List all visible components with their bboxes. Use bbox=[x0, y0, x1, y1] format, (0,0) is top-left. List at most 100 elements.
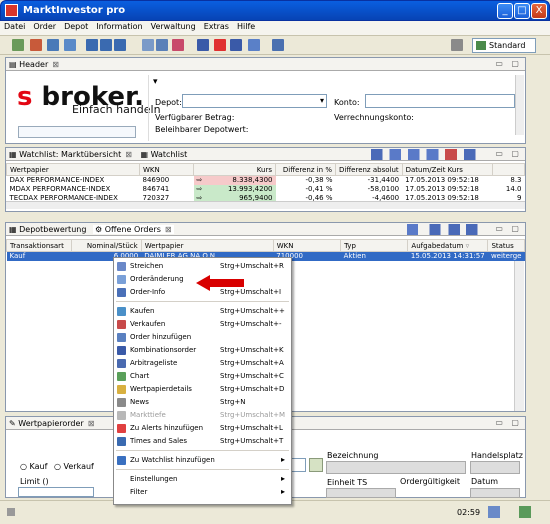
depot-icon[interactable] bbox=[47, 39, 59, 51]
kurs-value: 13.993,4200 bbox=[227, 185, 273, 193]
buy-icon[interactable] bbox=[86, 39, 98, 51]
layout-icon[interactable] bbox=[248, 39, 260, 51]
exit-icon[interactable] bbox=[519, 506, 531, 518]
cell-abs: -58,0100 bbox=[367, 185, 400, 193]
panel-minmax-icon[interactable]: ▭ ▢ bbox=[495, 149, 522, 158]
watchlist-icon[interactable] bbox=[64, 39, 76, 51]
header-scroll[interactable] bbox=[18, 126, 136, 138]
menu-depot[interactable]: Depot bbox=[60, 21, 92, 32]
collapse-arrow-icon[interactable]: ▾ bbox=[153, 77, 158, 87]
orders-toolbar-icons[interactable] bbox=[407, 224, 487, 235]
minimize-button[interactable]: _ bbox=[497, 3, 513, 19]
close-tab-icon[interactable]: ⊠ bbox=[52, 60, 59, 69]
close-tab-icon[interactable]: ⊠ bbox=[125, 150, 132, 159]
confirm-icon[interactable] bbox=[309, 458, 323, 472]
tab-offene-orders[interactable]: ⚙ Offene Orders ⊠ bbox=[92, 225, 174, 234]
menu-item-shortcut: Strg+Umschalt+L bbox=[220, 424, 283, 432]
col-status[interactable]: Status bbox=[487, 239, 525, 252]
menu-item-label: Arbitrageliste bbox=[130, 359, 178, 367]
kauf-radio[interactable]: ○ Kauf bbox=[20, 462, 47, 471]
konto-field[interactable] bbox=[365, 94, 515, 108]
context-menu-item[interactable]: Kombinationsorder Strg+Umschalt+K bbox=[114, 344, 291, 357]
context-menu-item[interactable]: Chart Strg+Umschalt+C bbox=[114, 370, 291, 383]
context-menu-item[interactable]: News Strg+N bbox=[114, 396, 291, 409]
bezeichnung-field bbox=[326, 461, 466, 474]
verkauf-radio[interactable]: ○ Verkauf bbox=[54, 462, 94, 471]
ordergueltigkeit-label: Ordergültigkeit bbox=[400, 477, 461, 486]
limit-field[interactable] bbox=[18, 487, 94, 497]
alert-icon[interactable] bbox=[214, 39, 226, 51]
limit-label: Limit () bbox=[20, 477, 49, 486]
cell-extra: 8.3 bbox=[510, 176, 522, 185]
orders-vscrollbar[interactable] bbox=[514, 261, 524, 411]
col-wkn[interactable]: WKN bbox=[139, 163, 194, 176]
copy-icon[interactable] bbox=[142, 39, 154, 51]
cell-name: MDAX PERFORMANCE-INDEX bbox=[9, 185, 111, 193]
tab-watchlist-markt[interactable]: ▦ Watchlist: Marktübersicht ⊠ bbox=[9, 150, 132, 159]
perspective-standard-button[interactable]: Standard bbox=[472, 38, 536, 53]
maximize-button[interactable]: □ bbox=[514, 3, 530, 19]
menu-information[interactable]: Information bbox=[92, 21, 146, 32]
col-nominal[interactable]: Nominal/Stück bbox=[70, 239, 142, 252]
tab-depotbewertung[interactable]: ▦ Depotbewertung bbox=[9, 225, 86, 234]
col-datum[interactable]: Datum/Zeit Kurs bbox=[401, 163, 493, 176]
watchlist-hscrollbar[interactable] bbox=[6, 201, 525, 209]
context-menu-item[interactable]: Kaufen Strg+Umschalt++ bbox=[114, 305, 291, 318]
panel-minmax-icon[interactable]: ▭ ▢ bbox=[495, 224, 522, 233]
menu-item-label: Orderänderung bbox=[130, 275, 184, 283]
col-diff-abs[interactable]: Differenz absolut bbox=[335, 163, 403, 176]
close-tab-icon[interactable]: ⊠ bbox=[88, 419, 95, 428]
info-icon[interactable] bbox=[197, 39, 209, 51]
menu-datei[interactable]: Datei bbox=[0, 21, 29, 32]
col-aufgabedatum[interactable]: Aufgabedatum ▿ bbox=[407, 239, 489, 252]
new-icon[interactable] bbox=[12, 39, 24, 51]
menu-item-shortcut: Strg+N bbox=[220, 398, 246, 406]
context-menu-item[interactable]: Streichen Strg+Umschalt+R bbox=[114, 260, 291, 273]
context-menu-item[interactable]: Zu Alerts hinzufügen Strg+Umschalt+L bbox=[114, 422, 291, 435]
order-icon[interactable] bbox=[30, 39, 42, 51]
menu-hilfe[interactable]: Hilfe bbox=[233, 21, 259, 32]
tab-watchlist[interactable]: ▦ Watchlist bbox=[140, 150, 187, 159]
perspective-icon[interactable] bbox=[451, 39, 463, 51]
context-menu-item[interactable]: Filter ▸ bbox=[114, 486, 291, 499]
depot-select[interactable]: ▾ bbox=[182, 94, 327, 108]
header-tab[interactable]: ▤ Header ⊠ bbox=[6, 58, 525, 71]
col-kurs[interactable]: Kurs bbox=[193, 163, 276, 176]
paste-icon[interactable] bbox=[156, 39, 168, 51]
context-menu-item[interactable]: Wertpapierdetails Strg+Umschalt+D bbox=[114, 383, 291, 396]
context-menu-item[interactable]: Zu Watchlist hinzufügen ▸ bbox=[114, 454, 291, 467]
menu-order[interactable]: Order bbox=[29, 21, 60, 32]
context-menu-item[interactable]: Order hinzufügen bbox=[114, 331, 291, 344]
verkauf-label: Verkauf bbox=[63, 462, 94, 471]
menu-extras[interactable]: Extras bbox=[200, 21, 233, 32]
table-row[interactable]: MDAX PERFORMANCE-INDEX 846741 ⇨ 13.993,4200… bbox=[7, 184, 525, 194]
menu-verwaltung[interactable]: Verwaltung bbox=[147, 21, 200, 32]
context-menu-item[interactable]: Arbitrageliste Strg+Umschalt+A bbox=[114, 357, 291, 370]
col-typ[interactable]: Typ bbox=[340, 239, 409, 252]
col-wkn[interactable]: WKN bbox=[272, 239, 342, 252]
menu-item-shortcut: Strg+Umschalt+K bbox=[220, 346, 284, 354]
book-icon[interactable] bbox=[230, 39, 242, 51]
col-wertpapier[interactable]: Wertpapier bbox=[6, 163, 140, 176]
wertpapier-select[interactable] bbox=[290, 458, 306, 472]
col-diff-pct[interactable]: Differenz in % bbox=[275, 163, 336, 176]
close-tab-icon[interactable]: ⊠ bbox=[165, 225, 172, 234]
watchlist-toolbar-icons[interactable] bbox=[371, 149, 487, 160]
table-row[interactable]: DAX PERFORMANCE-INDEX 846900 ⇨ 8.338,4300 -0… bbox=[7, 175, 525, 185]
context-menu-item[interactable]: Times and Sales Strg+Umschalt+T bbox=[114, 435, 291, 448]
col-transaktionsart[interactable]: Transaktionsart bbox=[6, 239, 72, 252]
panel-minmax-icon[interactable]: ▭ ▢ bbox=[495, 59, 522, 68]
context-menu-item[interactable]: Verkaufen Strg+Umschalt+- bbox=[114, 318, 291, 331]
combo-icon[interactable] bbox=[114, 39, 126, 51]
header-scrollbar[interactable] bbox=[515, 75, 524, 135]
context-menu-item[interactable]: Einstellungen ▸ bbox=[114, 473, 291, 486]
sell-icon[interactable] bbox=[100, 39, 112, 51]
favorite-icon[interactable] bbox=[172, 39, 184, 51]
panel-minmax-icon[interactable]: ▭ ▢ bbox=[495, 418, 522, 427]
cell-name: DAX PERFORMANCE-INDEX bbox=[9, 176, 105, 185]
col-wertpapier[interactable]: Wertpapier bbox=[140, 239, 274, 252]
kauf-label: Kauf bbox=[29, 462, 48, 471]
help-icon[interactable] bbox=[272, 39, 284, 51]
close-button[interactable]: X bbox=[531, 3, 547, 19]
menu-item-icon bbox=[117, 359, 126, 368]
